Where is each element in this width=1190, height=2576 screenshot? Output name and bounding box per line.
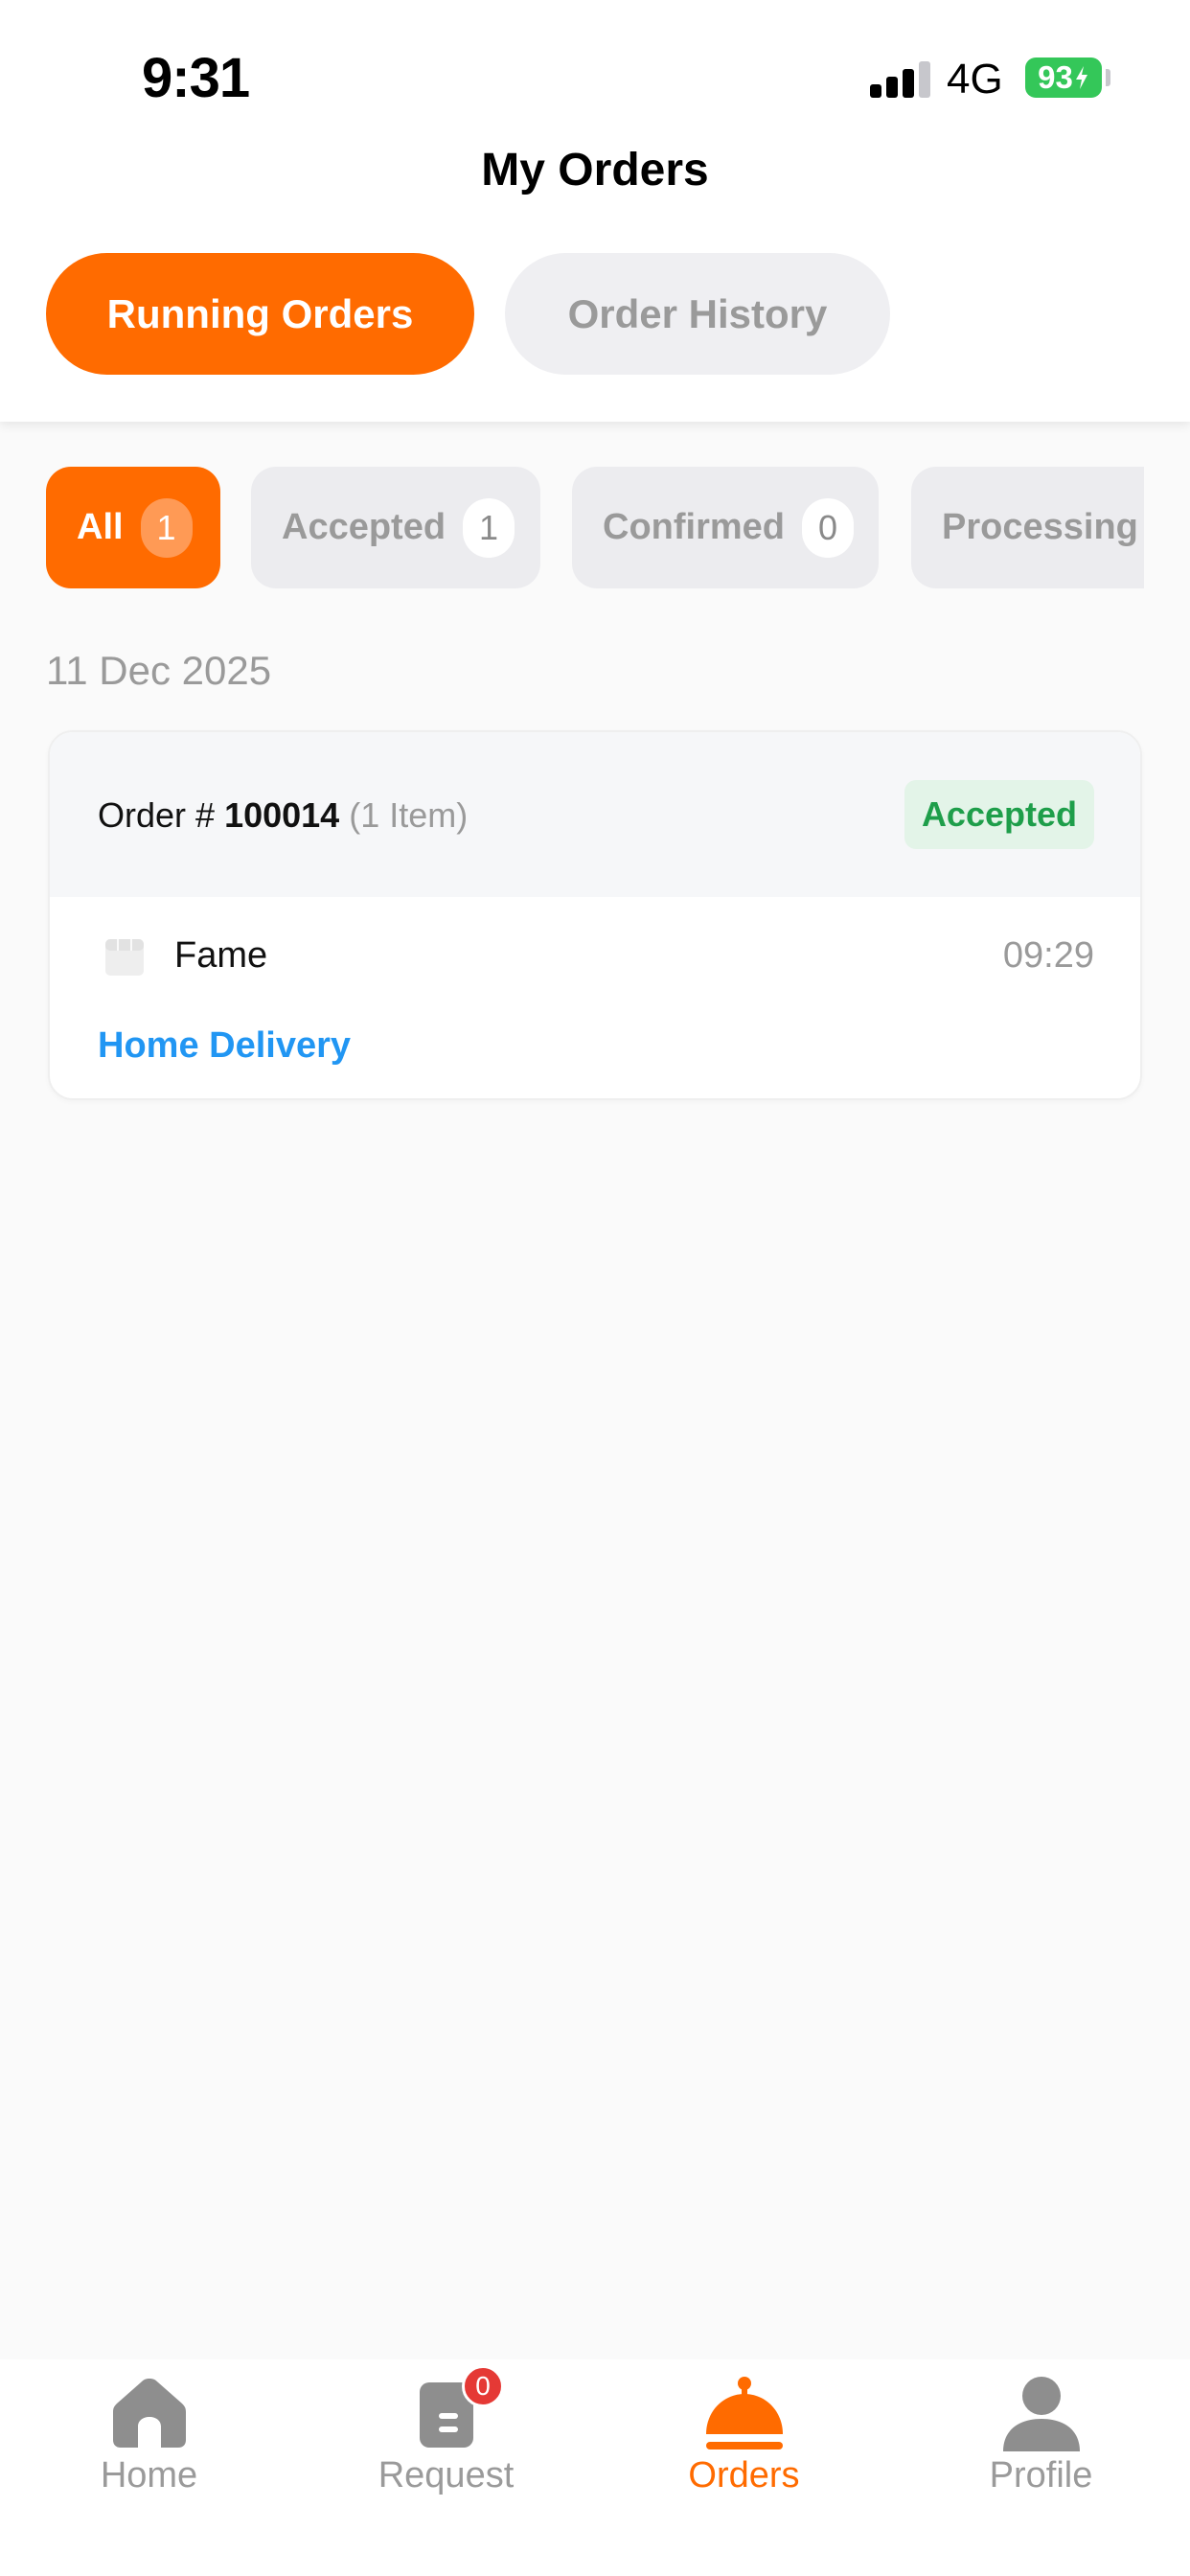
nav-label: Orders bbox=[688, 2455, 800, 2496]
person-icon bbox=[1001, 2375, 1082, 2456]
filter-chip-label: Confirmed bbox=[603, 507, 785, 547]
store-name: Fame bbox=[174, 935, 268, 976]
order-card[interactable]: Order # 100014 (1 Item) Accepted Fame 09… bbox=[48, 730, 1142, 1100]
home-icon bbox=[109, 2375, 190, 2454]
status-badge: Accepted bbox=[904, 780, 1094, 849]
filter-chip-accepted[interactable]: Accepted 1 bbox=[251, 467, 540, 588]
filter-chip-processing[interactable]: Processing bbox=[911, 467, 1144, 588]
filter-chip-confirmed[interactable]: Confirmed 0 bbox=[572, 467, 879, 588]
bottom-nav: Home 0 Request Orders Profile bbox=[0, 2359, 1190, 2576]
nav-label: Profile bbox=[989, 2455, 1093, 2496]
header: 9:31 4G 93 My Orders Running Orders Orde… bbox=[0, 0, 1190, 422]
order-card-header: Order # 100014 (1 Item) Accepted bbox=[50, 732, 1140, 897]
nav-request[interactable]: 0 Request bbox=[297, 2359, 595, 2576]
network-label: 4G bbox=[947, 56, 1003, 103]
nav-profile[interactable]: Profile bbox=[892, 2359, 1190, 2576]
battery-icon: 93 bbox=[1025, 58, 1102, 98]
order-prefix: Order # bbox=[98, 795, 216, 835]
tab-order-history[interactable]: Order History bbox=[505, 253, 890, 375]
battery-cap bbox=[1106, 69, 1110, 86]
filter-chip-all[interactable]: All 1 bbox=[46, 467, 220, 588]
nav-orders[interactable]: Orders bbox=[595, 2359, 893, 2576]
filter-chip-count: 1 bbox=[463, 497, 515, 558]
filter-chip-count: 1 bbox=[140, 497, 193, 558]
nav-home[interactable]: Home bbox=[0, 2359, 298, 2576]
nav-label: Request bbox=[378, 2455, 515, 2496]
order-number: 100014 bbox=[224, 795, 340, 835]
battery-level: 93 bbox=[1038, 59, 1073, 95]
delivery-type-link[interactable]: Home Delivery bbox=[98, 1025, 351, 1067]
status-bar: 9:31 4G 93 bbox=[0, 0, 1190, 144]
nav-label: Home bbox=[100, 2455, 198, 2496]
filter-chip-label: All bbox=[77, 507, 124, 547]
cellular-signal-icon bbox=[870, 59, 931, 98]
filter-chip-label: Accepted bbox=[282, 507, 446, 547]
order-time: 09:29 bbox=[1002, 935, 1094, 976]
request-count-badge: 0 bbox=[462, 2365, 504, 2407]
filter-chip-label: Processing bbox=[942, 507, 1138, 547]
status-filter-chips: All 1 Accepted 1 Confirmed 0 Processing bbox=[46, 467, 1144, 588]
status-time: 9:31 bbox=[142, 47, 250, 109]
filter-chip-count: 0 bbox=[802, 497, 854, 558]
order-date-heading: 11 Dec 2025 bbox=[46, 648, 272, 693]
order-item-count: (1 Item) bbox=[349, 795, 469, 835]
page-title: My Orders bbox=[481, 145, 709, 196]
tab-running-orders[interactable]: Running Orders bbox=[46, 253, 474, 375]
order-title: Order # 100014 (1 Item) bbox=[98, 795, 468, 836]
store-icon bbox=[103, 935, 146, 978]
cloche-icon bbox=[704, 2375, 785, 2456]
